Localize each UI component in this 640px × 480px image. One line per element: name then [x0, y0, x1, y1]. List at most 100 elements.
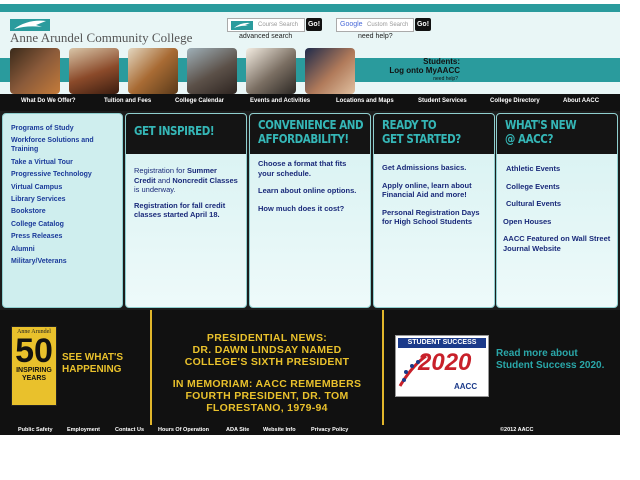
panel-body: Athletic Events College Events Cultural …	[497, 154, 617, 253]
footer-hours-of-operation[interactable]: Hours Of Operation	[158, 427, 209, 433]
presidential-news: PRESIDENTIAL NEWS: DR. DAWN LINDSAY NAME…	[152, 332, 382, 424]
panel-title[interactable]: GET INSPIRED!	[134, 124, 225, 138]
panel-title-line-2[interactable]: AFFORDABILITY!	[258, 132, 349, 146]
nav-about-aacc[interactable]: About AACC	[563, 98, 599, 104]
sidebar-item-progressive-technology[interactable]: Progressive Technology	[11, 170, 122, 179]
news-line: FOURTH PRESIDENT, DR. TOM	[185, 390, 349, 402]
myaacc-need-help-link[interactable]: need help?	[433, 76, 458, 82]
students-label: Students:	[423, 57, 460, 66]
see-whats-happening-link[interactable]: SEE WHAT'S HAPPENING	[62, 352, 123, 376]
registration-days-link[interactable]: Personal Registration Days for High Scho…	[382, 208, 488, 227]
panel-title-line-1[interactable]: READY TO	[382, 118, 473, 132]
presidential-news-link[interactable]: PRESIDENTIAL NEWS: DR. DAWN LINDSAY NAME…	[152, 332, 382, 368]
footer-employment[interactable]: Employment	[67, 427, 100, 433]
sidebar-item-press-releases[interactable]: Press Releases	[11, 232, 122, 241]
panel-title-line-1[interactable]: WHAT'S NEW	[505, 118, 596, 132]
nav-college-calendar[interactable]: College Calendar	[175, 98, 224, 104]
footer-ada-site[interactable]: ADA Site	[226, 427, 249, 433]
photo-instruments	[69, 48, 119, 94]
footer-public-safety[interactable]: Public Safety	[18, 427, 53, 433]
nav-tuition-and-fees[interactable]: Tuition and Fees	[104, 98, 151, 104]
open-houses-link[interactable]: Open Houses	[503, 217, 611, 227]
footer-privacy-policy[interactable]: Privacy Policy	[311, 427, 348, 433]
sidebar-item-alumni[interactable]: Alumni	[11, 245, 122, 254]
text-fragment: Registration for	[134, 166, 187, 175]
panel-header: GET INSPIRED!	[126, 114, 246, 154]
sidebar-item-bookstore[interactable]: Bookstore	[11, 207, 122, 216]
sidebar-item-military-veterans[interactable]: Military/Veterans	[11, 257, 122, 266]
panel-whats-new: WHAT'S NEW @ AACC? Athletic Events Colle…	[496, 113, 618, 308]
top-stripe	[0, 4, 620, 12]
student-success-link[interactable]: Read more about Student Success 2020.	[496, 348, 616, 372]
footer-copyright: ©2012 AACC	[500, 427, 534, 433]
in-memoriam-link[interactable]: IN MEMORIAM: AACC REMEMBERS FOURTH PRESI…	[152, 378, 382, 414]
panel-get-inspired: GET INSPIRED! Registration for Summer Cr…	[125, 113, 247, 308]
nav-events-and-activities[interactable]: Events and Activities	[250, 98, 310, 104]
custom-search-go-button[interactable]: Go!	[415, 18, 431, 31]
panel-header: CONVENIENCE AND AFFORDABILITY!	[250, 114, 370, 154]
panel-header: WHAT'S NEW @ AACC?	[497, 114, 617, 154]
custom-search-input[interactable]: Google Custom Search	[336, 18, 414, 32]
sidebar-item-library-services[interactable]: Library Services	[11, 195, 122, 204]
panel-body: Registration for Summer Credit and Noncr…	[126, 154, 246, 220]
panel-title-line-2[interactable]: @ AACC?	[505, 132, 596, 146]
fall-registration-link[interactable]: Registration for fall credit classes sta…	[134, 201, 240, 220]
choose-format-link[interactable]: Choose a format that fits your schedule.	[258, 159, 364, 178]
panel-title-line-1[interactable]: CONVENIENCE AND	[258, 118, 364, 132]
see-what-line-2: HAPPENING	[62, 364, 122, 375]
apply-online-link[interactable]: Apply online, learn about Financial Aid …	[382, 181, 488, 200]
sidebar-item-virtual-campus[interactable]: Virtual Campus	[11, 183, 122, 192]
footer-website-info[interactable]: Website Info	[263, 427, 296, 433]
need-help-link[interactable]: need help?	[358, 33, 393, 40]
see-what-line-1: SEE WHAT'S	[62, 352, 124, 363]
badge-years: YEARS	[21, 375, 47, 382]
page: Anne Arundel Community College Course Se…	[0, 0, 620, 480]
ss-image-top-text: STUDENT SUCCESS	[398, 338, 486, 348]
students-login[interactable]: Students: Log onto MyAACC	[389, 57, 460, 75]
news-line: COLLEGE'S SIXTH PRESIDENT	[184, 356, 350, 368]
college-name[interactable]: Anne Arundel Community College	[10, 30, 192, 46]
registration-summer-text: Registration for Summer Credit and Noncr…	[134, 166, 240, 195]
nav-student-services[interactable]: Student Services	[418, 98, 467, 104]
text-fragment: is underway.	[134, 185, 176, 194]
panel-title-line-2[interactable]: GET STARTED?	[382, 132, 473, 146]
wall-street-journal-link[interactable]: AACC Featured on Wall Street Journal Web…	[503, 234, 611, 253]
photo-student	[305, 48, 355, 94]
custom-search-placeholder: Custom Search	[367, 22, 409, 28]
photo-professor	[187, 48, 237, 94]
sidebar: Programs of Study Workforce Solutions an…	[2, 113, 123, 308]
google-logo: Google	[340, 21, 363, 28]
cost-link[interactable]: How much does it cost?	[258, 204, 364, 214]
photo-band: Students: Log onto MyAACC need help?	[0, 46, 620, 94]
footer-contact-us[interactable]: Contact Us	[115, 427, 144, 433]
myaacc-login-link[interactable]: Log onto MyAACC	[389, 66, 460, 75]
online-options-link[interactable]: Learn about online options.	[258, 186, 364, 196]
course-search-input[interactable]: Course Search	[227, 18, 305, 32]
ss-image-brand: AACC	[454, 382, 478, 391]
nav-what-do-we-offer[interactable]: What Do We Offer?	[21, 98, 76, 104]
student-success-image[interactable]: STUDENT SUCCESS 2020 AACC	[395, 335, 489, 397]
sidebar-item-college-catalog[interactable]: College Catalog	[11, 220, 122, 229]
ss-image-year: 2020	[418, 349, 472, 376]
sidebar-item-workforce-solutions[interactable]: Workforce Solutions and Training	[11, 136, 122, 154]
sidebar-item-virtual-tour[interactable]: Take a Virtual Tour	[11, 158, 122, 167]
course-search-go-button[interactable]: Go!	[306, 18, 322, 31]
lower-band: Anne Arundel 50 INSPIRING YEARS SEE WHAT…	[0, 310, 620, 425]
panel-convenience: CONVENIENCE AND AFFORDABILITY! Choose a …	[249, 113, 371, 308]
nav-locations-and-maps[interactable]: Locations and Maps	[336, 98, 394, 104]
admissions-basics-link[interactable]: Get Admissions basics.	[382, 163, 488, 173]
badge-inspiring: INSPIRING	[16, 367, 52, 374]
photo-dancers	[128, 48, 178, 94]
fifty-years-badge[interactable]: Anne Arundel 50 INSPIRING YEARS	[11, 326, 57, 406]
badge-number: 50	[15, 332, 53, 370]
text-fragment: and	[155, 175, 173, 185]
college-events-link[interactable]: College Events	[503, 182, 611, 192]
noncredit-classes-link[interactable]: Noncredit Classes	[172, 176, 237, 185]
athletic-events-link[interactable]: Athletic Events	[503, 164, 611, 174]
panel-ready-to-get-started: READY TO GET STARTED? Get Admissions bas…	[373, 113, 495, 308]
cultural-events-link[interactable]: Cultural Events	[503, 199, 611, 209]
photo-chef	[246, 48, 296, 94]
sidebar-item-programs-of-study[interactable]: Programs of Study	[11, 124, 122, 133]
nav-college-directory[interactable]: College Directory	[490, 98, 540, 104]
advanced-search-link[interactable]: advanced search	[239, 33, 292, 40]
